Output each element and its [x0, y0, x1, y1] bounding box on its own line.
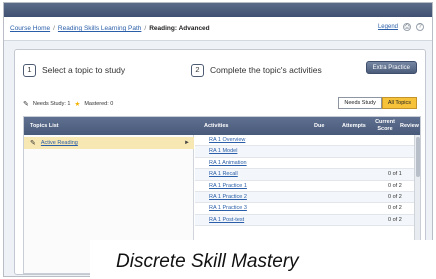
chevron-right-icon: ► — [184, 140, 190, 146]
print-icon[interactable]: ⎙ — [403, 23, 411, 31]
steps-header: 1 Select a topic to study 2 Complete the… — [23, 60, 419, 80]
step-1-badge: 1 — [23, 63, 36, 77]
top-bar — [4, 3, 432, 17]
breadcrumb: Course Home / Reading Skills Learning Pa… — [4, 17, 432, 41]
activity-score: 0 of 2 — [388, 216, 402, 223]
table-row: RA 1 Overview — [195, 135, 420, 147]
breadcrumb-learning-path[interactable]: Reading Skills Learning Path — [58, 25, 141, 32]
table-row: RA 1 Model — [195, 146, 420, 158]
header-score-line2: Score — [377, 125, 393, 132]
caption-text: Discrete Skill Mastery — [116, 251, 299, 272]
table-row: RA 1 Animation — [195, 158, 420, 170]
table-row: RA 1 Practice 1 0 of 2 — [195, 181, 420, 192]
breadcrumb-course-home[interactable]: Course Home — [10, 25, 50, 32]
help-icon[interactable]: ? — [416, 23, 424, 31]
header-review: Review — [400, 123, 419, 129]
topic-link[interactable]: Active Reading — [41, 140, 78, 146]
activity-link[interactable]: RA 1 Practice 3 — [209, 205, 247, 211]
activity-link[interactable]: RA 1 Practice 1 — [209, 183, 247, 189]
activity-link[interactable]: RA 1 Recall — [209, 171, 238, 177]
activity-score: 0 of 1 — [388, 171, 402, 178]
activity-score: 0 of 2 — [388, 193, 402, 200]
breadcrumb-separator: / — [53, 25, 55, 32]
mastered-count: Mastered: 0 — [84, 101, 114, 107]
header-attempts: Attempts — [342, 123, 366, 129]
legend-link[interactable]: Legend — [378, 24, 398, 30]
activity-score: 0 of 2 — [388, 182, 402, 189]
table-row: RA 1 Practice 2 0 of 2 — [195, 191, 420, 204]
extra-practice-button[interactable]: Extra Practice — [365, 61, 417, 74]
header-activities: Activities — [204, 123, 229, 129]
table-row: RA 1 Post-test 0 of 2 — [195, 214, 420, 227]
pencil-icon: ✎ — [30, 140, 36, 147]
activity-rows: RA 1 Overview RA 1 Model RA 1 Animation … — [195, 135, 420, 227]
scrollbar-thumb[interactable] — [416, 137, 420, 177]
caption-box: Discrete Skill Mastery — [90, 240, 436, 279]
filter-needs-study-button[interactable]: Needs Study — [338, 97, 382, 109]
breadcrumb-separator: / — [144, 25, 147, 32]
step-2: 2 Complete the topic's activities — [191, 63, 322, 77]
step-2-label: Complete the topic's activities — [210, 65, 322, 75]
table-row: RA 1 Practice 3 0 of 2 — [195, 203, 420, 215]
activity-link[interactable]: RA 1 Practice 2 — [209, 194, 247, 200]
status-row: ✎ Needs Study: 1 ★ Mastered: 0 — [23, 100, 113, 108]
table-row: RA 1 Recall 0 of 1 — [195, 169, 420, 181]
topic-row[interactable]: ✎ Active Reading ► — [24, 137, 194, 149]
header-due: Due — [314, 123, 325, 129]
needs-study-count: Needs Study: 1 — [32, 101, 71, 107]
breadcrumb-current: Reading: Advanced — [149, 25, 210, 32]
header-score-line1: Current — [375, 119, 395, 125]
filter-all-topics-button[interactable]: All Topics — [381, 97, 417, 109]
activity-link[interactable]: RA 1 Post-test — [209, 217, 244, 223]
header-current-score: Current Score — [374, 119, 396, 132]
topic-filter: Needs Study All Topics — [338, 97, 417, 109]
table-header: Topics List Activities Due Attempts Curr… — [24, 117, 420, 135]
activity-link[interactable]: RA 1 Animation — [209, 160, 247, 166]
header-topics: Topics List — [30, 123, 59, 129]
star-icon: ★ — [74, 101, 81, 108]
activity-score: 0 of 2 — [388, 205, 402, 212]
pencil-icon: ✎ — [23, 101, 29, 108]
activity-link[interactable]: RA 1 Overview — [209, 137, 245, 143]
app-window: Course Home / Reading Skills Learning Pa… — [3, 2, 433, 277]
step-2-badge: 2 — [191, 63, 204, 77]
activity-link[interactable]: RA 1 Model — [209, 148, 237, 154]
step-1-label: Select a topic to study — [42, 65, 126, 75]
breadcrumb-tools: Legend ⎙ ? — [378, 23, 424, 31]
